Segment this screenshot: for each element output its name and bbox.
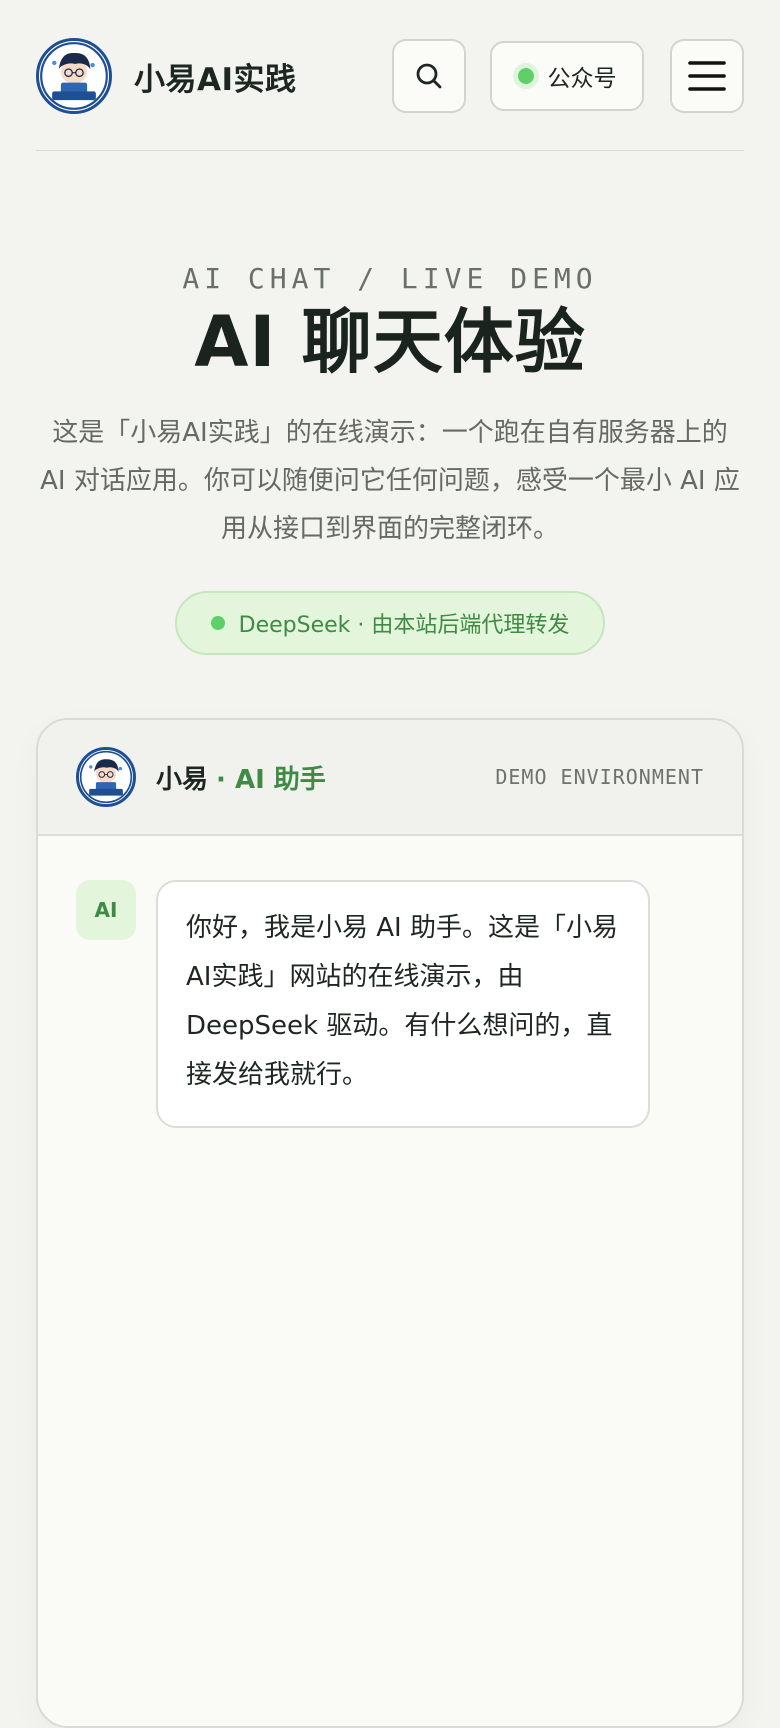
assistant-avatar — [76, 747, 136, 807]
search-button[interactable] — [392, 39, 466, 113]
site-header: 小易AI实践 公众号 — [36, 38, 744, 114]
logo-avatar[interactable] — [36, 38, 112, 114]
status-dot-icon — [210, 616, 225, 630]
header-divider — [36, 150, 744, 151]
ai-sender-badge: AI — [76, 880, 136, 940]
search-icon — [416, 63, 442, 89]
assistant-name: 小易 — [156, 764, 209, 795]
chat-header: 小易 · AI 助手 DEMO ENVIRONMENT — [38, 720, 742, 836]
hero-eyebrow: AI CHAT / LIVE DEMO — [182, 262, 598, 295]
wechat-account-button[interactable]: 公众号 — [490, 41, 644, 111]
model-badge: DeepSeek · 由本站后端代理转发 — [175, 591, 605, 655]
hero-description: 这是「小易AI实践」的在线演示：一个跑在自有服务器上的 AI 对话应用。你可以随… — [40, 418, 740, 544]
hamburger-menu-icon — [688, 61, 726, 91]
model-badge-label: DeepSeek · 由本站后端代理转发 — [238, 613, 570, 638]
menu-button[interactable] — [670, 39, 744, 113]
hero-section: AI CHAT / LIVE DEMO AI 聊天体验 这是「小易AI实践」的在… — [36, 262, 744, 655]
chat-window: 小易 · AI 助手 DEMO ENVIRONMENT AI 你好，我是小易 A… — [36, 718, 744, 1728]
chat-message: AI 你好，我是小易 AI 助手。这是「小易AI实践」网站的在线演示，由 Dee… — [38, 836, 742, 1128]
environment-label: DEMO ENVIRONMENT — [495, 765, 704, 789]
status-dot-icon — [517, 68, 534, 84]
wechat-label: 公众号 — [547, 66, 617, 92]
brand-name[interactable]: 小易AI实践 — [134, 54, 297, 99]
assistant-role: · AI 助手 — [216, 764, 326, 795]
mascot-avatar-icon — [79, 749, 133, 805]
page-title: AI 聊天体验 — [194, 301, 586, 383]
mascot-logo-icon — [39, 41, 109, 111]
message-bubble: 你好，我是小易 AI 助手。这是「小易AI实践」网站的在线演示，由 DeepSe… — [156, 880, 650, 1128]
